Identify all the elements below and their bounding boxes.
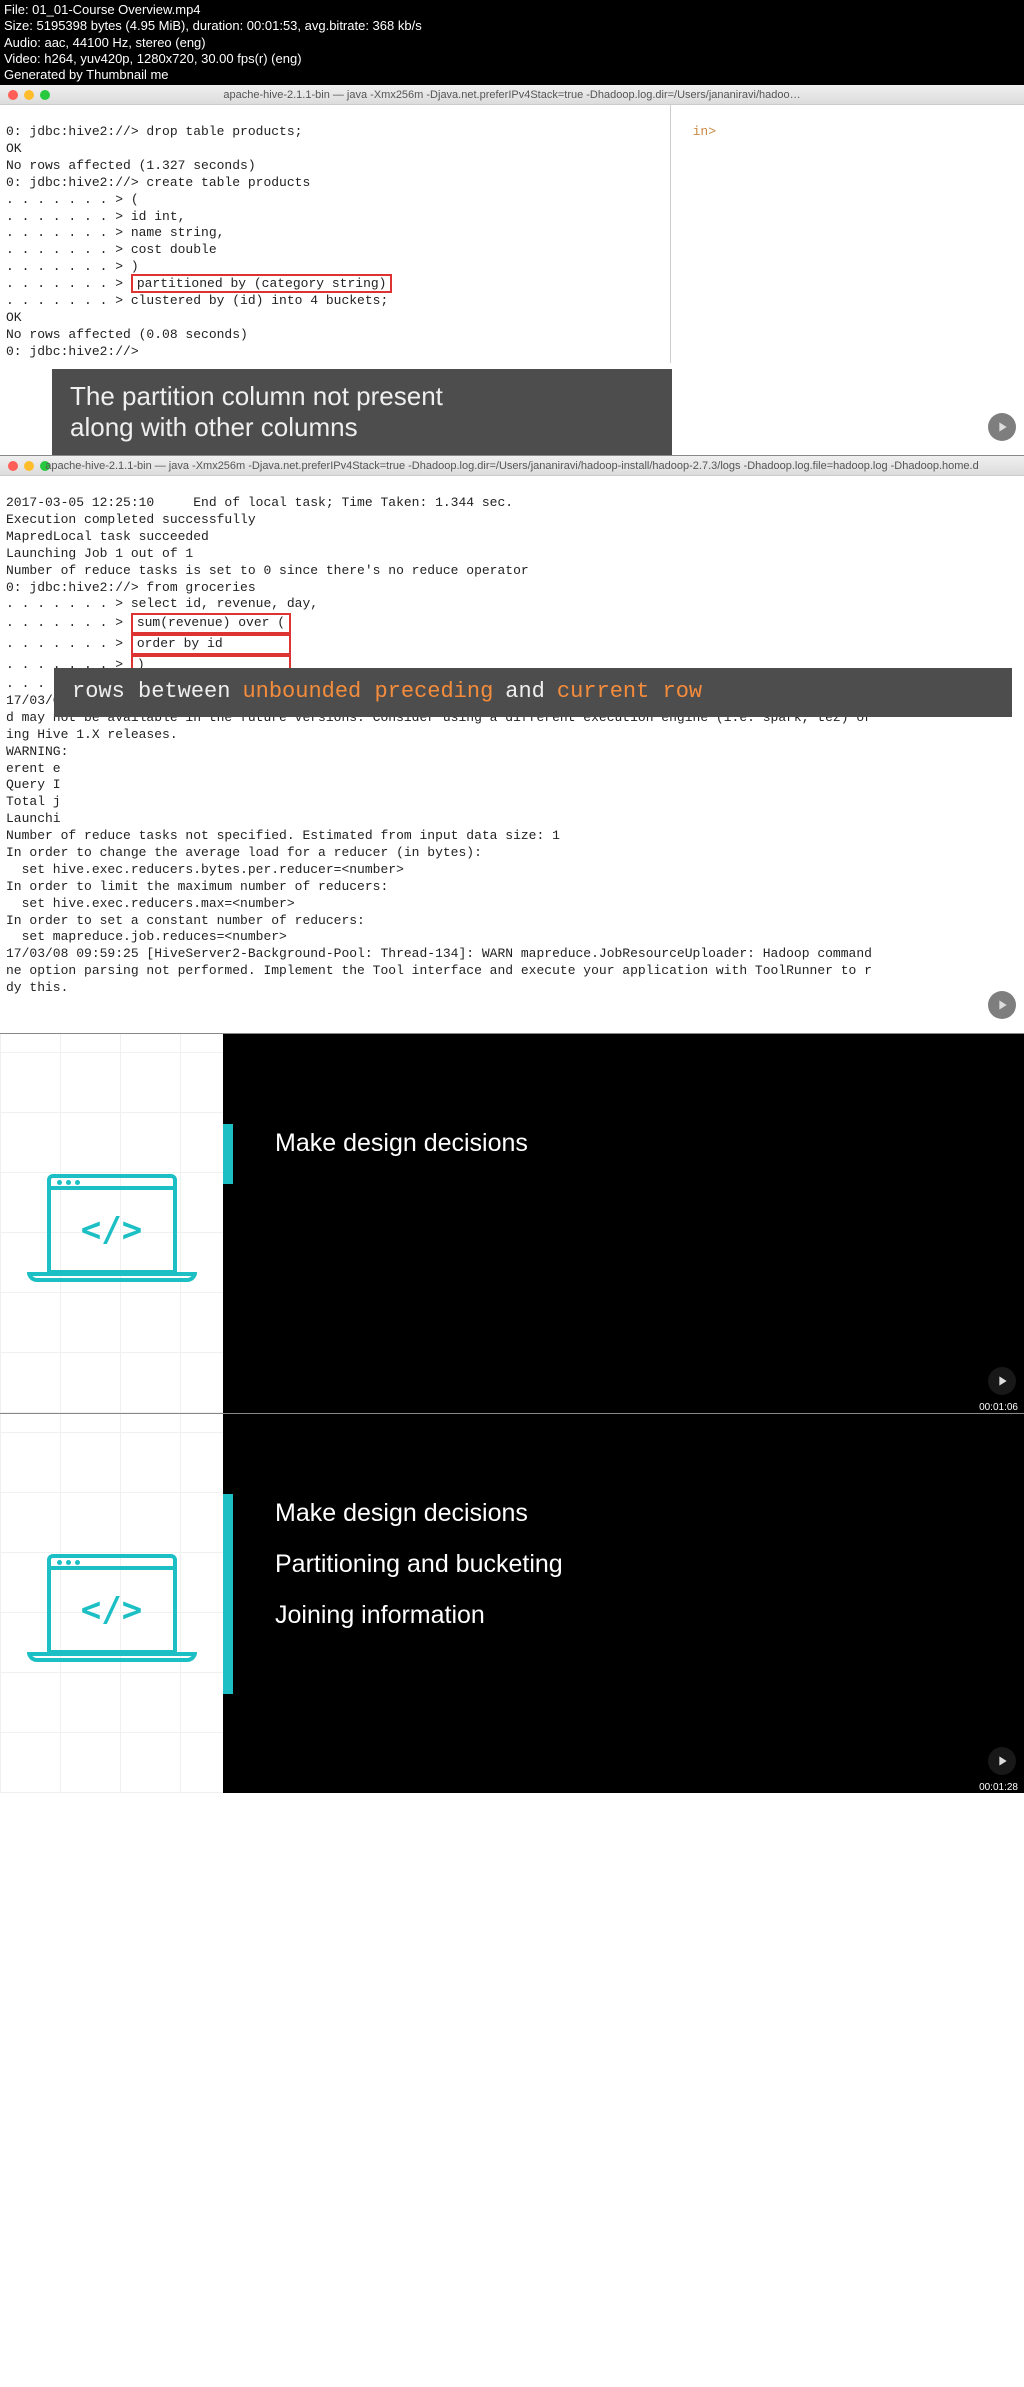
laptop-icon: </> [47,1174,177,1274]
meta-gen: Generated by Thumbnail me [4,67,1020,83]
highlight-order-by: order by id [131,634,291,655]
slide-left-art: </> [0,1034,223,1413]
mac-titlebar: apache-hive-2.1.1-bin — java -Xmx256m -D… [0,85,1024,105]
terminal-main[interactable]: 2017-03-05 12:25:10 End of local task; T… [0,476,1024,1033]
mac-titlebar: apache-hive-2.1.1-bin — java -Xmx256m -D… [0,456,1024,476]
thumbnail-4: </> Make design decisions Partitioning a… [0,1413,1024,1793]
meta-audio: Audio: aac, 44100 Hz, stereo (eng) [4,35,1020,51]
accent-bar [223,1124,233,1184]
close-icon[interactable] [8,461,18,471]
minimize-icon[interactable] [24,461,34,471]
overlay-caption: rows between unbounded preceding and cur… [54,668,1012,717]
maximize-icon[interactable] [40,90,50,100]
window-title: apache-hive-2.1.1-bin — java -Xmx256m -D… [0,460,1024,472]
timestamp: 00:00:30 [979,444,1018,455]
laptop-icon: </> [47,1554,177,1654]
accent-bar [223,1494,233,1694]
video-metadata-block: File: 01_01-Course Overview.mp4 Size: 51… [0,0,1024,85]
meta-file: File: 01_01-Course Overview.mp4 [4,2,1020,18]
highlight-sum-over: sum(revenue) over ( [131,613,291,634]
bullet-2: Partitioning and bucketing [275,1550,984,1579]
play-icon[interactable] [988,991,1016,1019]
timestamp: 00:01:28 [979,1782,1018,1793]
terminal-side[interactable]: in> [670,105,1024,362]
thumbnail-1: apache-hive-2.1.1-bin — java -Xmx256m -D… [0,85,1024,455]
terminal-main[interactable]: 0: jdbc:hive2://> drop table products; O… [0,105,670,362]
overlay-caption: The partition column not present along w… [52,369,672,455]
slide-left-art: </> [0,1414,223,1793]
bullet-3: Joining information [275,1601,984,1630]
play-icon[interactable] [988,413,1016,441]
timestamp: 00:00:52 [979,1022,1018,1033]
slide-right: Make design decisions Partitioning and b… [223,1414,1024,1793]
bullet-1: Make design decisions [275,1129,984,1158]
thumbnail-2: apache-hive-2.1.1-bin — java -Xmx256m -D… [0,455,1024,1033]
meta-video: Video: h264, yuv420p, 1280x720, 30.00 fp… [4,51,1020,67]
maximize-icon[interactable] [40,461,50,471]
highlight-partition: partitioned by (category string) [131,274,393,293]
meta-size: Size: 5195398 bytes (4.95 MiB), duration… [4,18,1020,34]
timestamp: 00:01:06 [979,1402,1018,1413]
play-icon[interactable] [988,1367,1016,1395]
minimize-icon[interactable] [24,90,34,100]
bullet-1: Make design decisions [275,1499,984,1528]
close-icon[interactable] [8,90,18,100]
thumbnail-3: </> Make design decisions 00:01:06 [0,1033,1024,1413]
slide-right: Make design decisions [223,1034,1024,1413]
play-icon[interactable] [988,1747,1016,1775]
window-title: apache-hive-2.1.1-bin — java -Xmx256m -D… [0,89,1024,101]
